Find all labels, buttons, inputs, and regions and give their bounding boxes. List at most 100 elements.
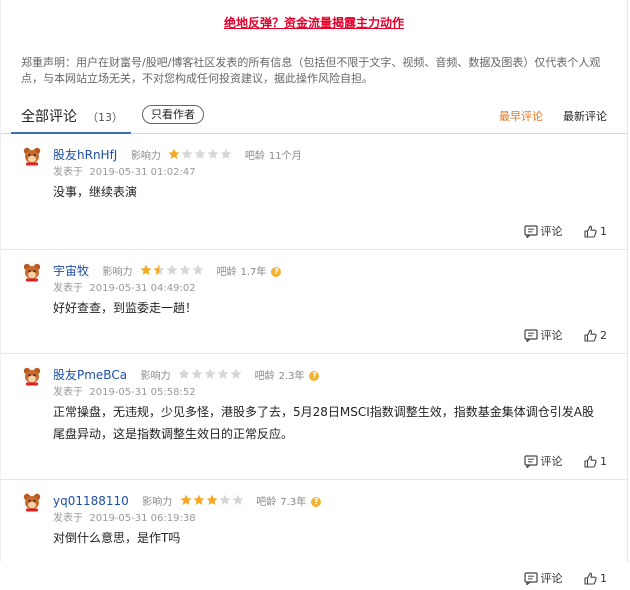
- help-icon[interactable]: ?: [271, 267, 282, 277]
- star-empty-icon: [192, 264, 204, 275]
- influence-label: 影响力: [142, 497, 173, 508]
- star-filled-icon: [193, 494, 205, 505]
- reply-button[interactable]: 评论: [523, 223, 563, 239]
- star-empty-icon: [220, 148, 232, 159]
- star-filled-icon: [140, 264, 152, 275]
- star-empty-icon: [230, 368, 242, 379]
- star-filled-icon: [180, 494, 192, 505]
- posted-timestamp: 2019-05-31 04:49:02: [89, 283, 196, 294]
- comment-icon: [523, 329, 538, 343]
- thumbs-up-icon: [584, 455, 597, 468]
- comment-icon: [523, 572, 538, 586]
- star-empty-icon: [217, 368, 229, 379]
- help-icon[interactable]: ?: [311, 497, 322, 507]
- avatar-icon[interactable]: [22, 262, 42, 282]
- posted-prefix: 发表于: [53, 283, 83, 294]
- username-link[interactable]: 股友hRnHfJ: [53, 148, 117, 162]
- influence-label: 影响力: [140, 371, 171, 382]
- age-label: 吧龄: [256, 497, 277, 508]
- comment-text: 好好查查，到监委走一趟！: [53, 301, 198, 315]
- star-empty-icon: [178, 368, 190, 379]
- comment-actions: 评论 1: [523, 223, 607, 239]
- reply-button[interactable]: 评论: [523, 453, 563, 469]
- star-half-icon: [153, 264, 165, 275]
- disclaimer: 郑重声明：用户在财富号/股吧/博客社区发表的所有信息（包括但不限于文字、视频、音…: [21, 56, 601, 85]
- comment-count: （13）: [87, 111, 123, 124]
- comment-actions: 评论 1: [523, 453, 607, 469]
- avatar-icon[interactable]: [22, 146, 42, 166]
- post-time: 发表于 2019-05-31 04:49:02: [53, 281, 627, 297]
- help-icon[interactable]: ?: [309, 371, 320, 381]
- comment-text: 对倒什么意思，是作T吗: [53, 531, 181, 545]
- comment-icon: [523, 455, 538, 469]
- star-empty-icon: [179, 264, 191, 275]
- sort-latest-link[interactable]: 最新评论: [563, 108, 607, 124]
- influence-stars: [168, 148, 233, 166]
- thumbs-up-icon: [584, 225, 597, 238]
- post-time: 发表于 2019-05-31 05:58:52: [53, 385, 627, 401]
- username-link[interactable]: 宇宙牧: [53, 264, 89, 278]
- like-button[interactable]: 1: [584, 455, 607, 468]
- like-button[interactable]: 2: [584, 329, 607, 342]
- star-empty-icon: [204, 368, 216, 379]
- thumbs-up-icon: [584, 572, 597, 585]
- tab-all-comments-label: 全部评论: [21, 109, 77, 125]
- only-author-button[interactable]: 只看作者: [142, 105, 204, 124]
- post-time: 发表于 2019-05-31 06:19:38: [53, 511, 627, 527]
- like-count: 1: [600, 572, 607, 585]
- influence-stars: [178, 368, 243, 386]
- posted-prefix: 发表于: [53, 387, 83, 398]
- comment-actions: 评论 1: [523, 570, 607, 586]
- star-filled-icon: [206, 494, 218, 505]
- age-value: 11个月: [268, 151, 302, 162]
- post-time: 发表于 2019-05-31 01:02:47: [53, 165, 627, 181]
- comment-item: 股友hRnHfJ 影响力 吧龄 11个月 发表于 2019-05-31 01:02…: [1, 134, 627, 250]
- avatar-icon[interactable]: [22, 492, 42, 512]
- username-link[interactable]: yq01188110: [53, 494, 129, 508]
- headline-link[interactable]: 绝地反弹？资金流量揭露主力动作: [224, 16, 404, 30]
- influence-label: 影响力: [130, 151, 161, 162]
- posted-timestamp: 2019-05-31 05:58:52: [89, 387, 196, 398]
- reply-label: 评论: [540, 572, 563, 585]
- age-value: 2.3年: [278, 371, 305, 382]
- star-empty-icon: [207, 148, 219, 159]
- comment-item: yq01188110 影响力 吧龄 7.3年? 发表于 2019-05-31 06…: [1, 480, 627, 590]
- like-count: 1: [600, 225, 607, 238]
- comment-panel: 绝地反弹？资金流量揭露主力动作 郑重声明：用户在财富号/股吧/博客社区发表的所有…: [0, 0, 628, 586]
- thumbs-up-icon: [584, 329, 597, 342]
- age-label: 吧龄: [254, 371, 275, 382]
- comment-text: 正常操盘，无违规，少见多怪，港股多了去，5月28日MSCI指数调整生效，指数基金…: [53, 405, 595, 441]
- comment-actions: 评论 2: [523, 327, 607, 343]
- comment-text: 没事，继续表演: [53, 185, 138, 199]
- star-empty-icon: [232, 494, 244, 505]
- influence-stars: [180, 494, 245, 512]
- like-count: 2: [600, 329, 607, 342]
- age-value: 7.3年: [280, 497, 307, 508]
- tab-all-comments[interactable]: 全部评论 （13）: [21, 106, 123, 126]
- reply-label: 评论: [540, 225, 563, 238]
- like-count: 1: [600, 455, 607, 468]
- comment-item: 宇宙牧 影响力 吧龄 1.7年? 发表于 2019-05-31 04:49:02 …: [1, 250, 627, 354]
- posted-timestamp: 2019-05-31 01:02:47: [89, 167, 196, 178]
- comment-icon: [523, 225, 538, 239]
- reply-button[interactable]: 评论: [523, 570, 563, 586]
- like-button[interactable]: 1: [584, 572, 607, 585]
- star-empty-icon: [219, 494, 231, 505]
- age-value: 1.7年: [240, 267, 267, 278]
- star-empty-icon: [191, 368, 203, 379]
- posted-prefix: 发表于: [53, 167, 83, 178]
- reply-label: 评论: [540, 455, 563, 468]
- posted-prefix: 发表于: [53, 513, 83, 524]
- star-filled-icon: [168, 148, 180, 159]
- comment-tabs: 全部评论 （13） 只看作者 最早评论 最新评论: [1, 99, 627, 134]
- avatar-icon[interactable]: [22, 366, 42, 386]
- star-empty-icon: [181, 148, 193, 159]
- like-button[interactable]: 1: [584, 225, 607, 238]
- star-empty-icon: [166, 264, 178, 275]
- comment-item: 股友PmeBCa 影响力 吧龄 2.3年? 发表于 2019-05-31 05:5…: [1, 354, 627, 480]
- reply-button[interactable]: 评论: [523, 327, 563, 343]
- sort-earliest-link[interactable]: 最早评论: [499, 108, 543, 124]
- influence-label: 影响力: [102, 267, 133, 278]
- star-empty-icon: [194, 148, 206, 159]
- username-link[interactable]: 股友PmeBCa: [53, 368, 127, 382]
